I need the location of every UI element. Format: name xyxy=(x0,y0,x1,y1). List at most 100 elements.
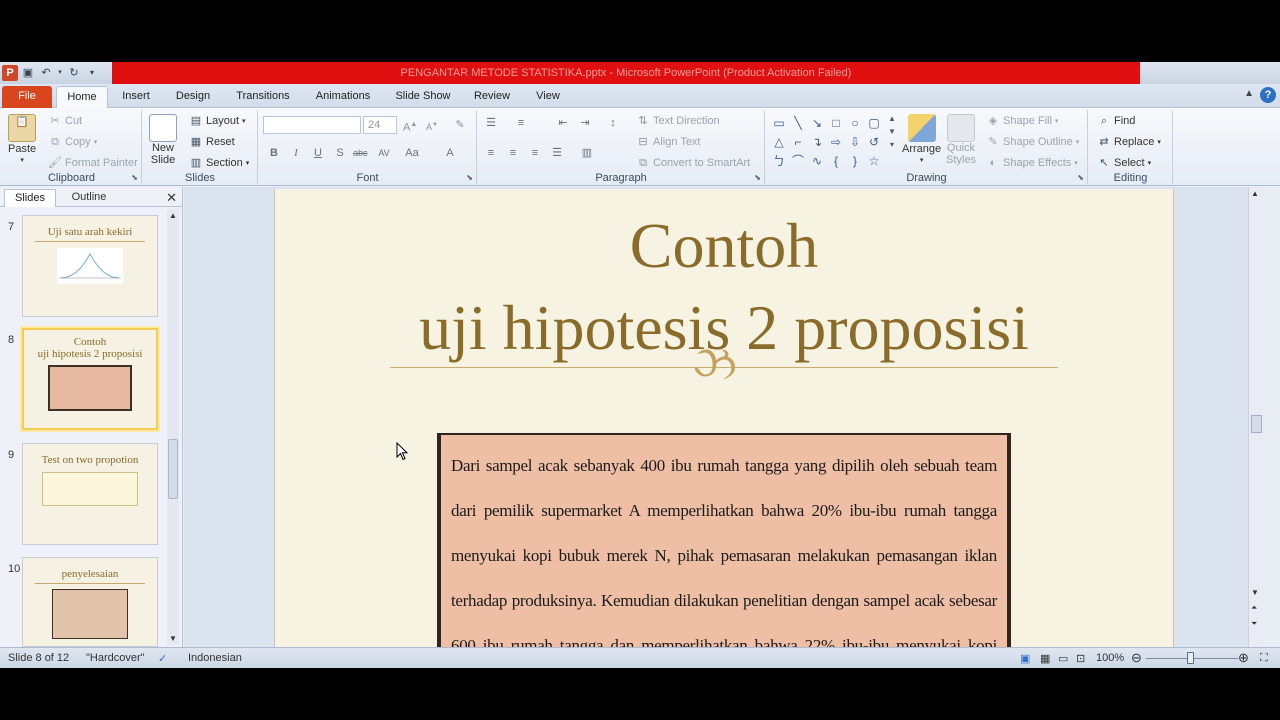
shadow-button[interactable]: S xyxy=(333,146,347,160)
right-brace-icon[interactable]: } xyxy=(846,152,864,170)
gallery-more-icon[interactable]: ▾ xyxy=(890,140,894,149)
convert-smartart-button[interactable]: ⧉ Convert to SmartArt xyxy=(636,156,750,170)
shape-outline-button[interactable]: ✎ Shape Outline ▾ xyxy=(986,135,1079,149)
numbering-button[interactable]: ≡ xyxy=(514,116,528,130)
tab-review[interactable]: Review xyxy=(470,86,514,108)
close-pane-icon[interactable]: ✕ xyxy=(166,190,177,206)
shapes-gallery-scroll[interactable]: ▲ ▼ ▾ xyxy=(888,114,896,149)
italic-button[interactable]: I xyxy=(289,146,303,160)
textbox-shape-icon[interactable]: ▭ xyxy=(770,114,788,132)
tab-transitions[interactable]: Transitions xyxy=(230,86,296,108)
slideshow-view-icon[interactable]: ⊡ xyxy=(1076,652,1085,665)
spell-check-icon[interactable]: ✓ xyxy=(158,652,167,665)
shapes-gallery[interactable]: ▭ ╲ ↘ □ ○ ▢ △ ⌐ ↴ ⇨ ⇩ ↺ ㄅ ⌒ ∿ { } ☆ xyxy=(770,114,888,170)
curve-shape-icon[interactable]: ㄅ xyxy=(770,152,788,170)
quick-styles-button[interactable]: Quick Styles xyxy=(946,114,976,166)
font-size-combo[interactable]: 24 xyxy=(363,116,397,134)
scroll-thumb[interactable] xyxy=(168,439,178,499)
wave-shape-icon[interactable]: ∿ xyxy=(808,152,826,170)
tab-file[interactable]: File xyxy=(2,86,52,108)
slides-pane-scrollbar[interactable]: ▲ ▼ xyxy=(167,209,179,645)
grow-font-button[interactable]: A▲ xyxy=(403,118,417,134)
arc-shape-icon[interactable]: ⌒ xyxy=(789,152,807,170)
oval-shape-icon[interactable]: ○ xyxy=(846,114,864,132)
shrink-font-button[interactable]: A▼ xyxy=(425,118,439,132)
shape-fill-button[interactable]: ◈ Shape Fill ▾ xyxy=(986,114,1059,128)
star-shape-icon[interactable]: ☆ xyxy=(865,152,883,170)
loop-shape-icon[interactable]: ↺ xyxy=(865,133,883,151)
underline-button[interactable]: U xyxy=(311,146,325,160)
align-text-button[interactable]: ⊟ Align Text xyxy=(636,135,700,149)
tab-view[interactable]: View xyxy=(530,86,566,108)
down-arrow-shape-icon[interactable]: ⇩ xyxy=(846,133,864,151)
content-body-text[interactable]: Dari sampel acak sebanyak 400 ibu rumah … xyxy=(441,435,1007,647)
tab-slides-pane[interactable]: Slides xyxy=(4,189,56,207)
rectangle-shape-icon[interactable]: □ xyxy=(827,114,845,132)
tab-insert[interactable]: Insert xyxy=(116,86,156,108)
section-button[interactable]: ▥ Section ▾ xyxy=(189,156,249,170)
new-slide-button[interactable]: New Slide xyxy=(149,114,177,166)
text-direction-button[interactable]: ⇅ Text Direction xyxy=(636,114,719,128)
strikethrough-button[interactable]: abc xyxy=(353,146,368,160)
thumbnail-preview[interactable]: Test on two propotion xyxy=(22,443,158,545)
language-indicator[interactable]: Indonesian xyxy=(188,652,242,664)
font-name-combo[interactable] xyxy=(263,116,361,134)
zoom-out-icon[interactable]: ⊖ xyxy=(1131,650,1142,666)
thumbnail-preview[interactable]: penyelesaian xyxy=(22,557,158,647)
font-launcher-icon[interactable]: ⬊ xyxy=(466,173,473,182)
shape-effects-button[interactable]: ◐ Shape Effects ▾ xyxy=(986,156,1078,170)
reset-button[interactable]: ▦ Reset xyxy=(189,135,235,149)
center-button[interactable]: ≡ xyxy=(506,146,520,160)
tab-home[interactable]: Home xyxy=(56,86,108,109)
clipboard-launcher-icon[interactable]: ⬊ xyxy=(131,173,138,182)
scroll-down-icon[interactable]: ▼ xyxy=(169,634,177,643)
thumbnail-preview-selected[interactable]: Contoh uji hipotesis 2 proposisi xyxy=(22,328,158,430)
tab-slide-show[interactable]: Slide Show xyxy=(392,86,454,108)
normal-view-icon[interactable]: ▣ xyxy=(1020,652,1030,665)
align-right-button[interactable]: ≡ xyxy=(528,146,542,160)
clear-formatting-button[interactable]: ✎ xyxy=(453,118,467,132)
format-painter-button[interactable]: 🖌 Format Painter xyxy=(48,156,138,170)
tab-animations[interactable]: Animations xyxy=(310,86,376,108)
editor-scrollbar[interactable]: ▲ ▼ ⏶ ⏷ xyxy=(1248,187,1264,647)
columns-button[interactable]: ▥ xyxy=(580,146,594,160)
decrease-indent-button[interactable]: ⇤ xyxy=(556,116,570,130)
arrow-shape-icon[interactable]: ↘ xyxy=(808,114,826,132)
gallery-up-icon[interactable]: ▲ xyxy=(888,114,896,123)
tab-outline-pane[interactable]: Outline xyxy=(60,189,118,207)
scroll-up-icon[interactable]: ▲ xyxy=(1251,189,1259,198)
change-case-button[interactable]: Aa xyxy=(405,146,419,160)
character-spacing-button[interactable]: AV xyxy=(377,146,391,160)
slide-sorter-icon[interactable]: ▦ xyxy=(1040,652,1050,665)
undo-icon[interactable]: ↶ xyxy=(38,65,54,81)
replace-button[interactable]: ⇄ Replace ▾ xyxy=(1097,135,1160,149)
font-color-button[interactable]: A xyxy=(443,146,457,160)
customize-qat-icon[interactable]: ▾ xyxy=(84,65,100,81)
help-icon[interactable]: ? xyxy=(1260,87,1276,103)
powerpoint-logo-icon[interactable]: P xyxy=(2,65,18,81)
drawing-launcher-icon[interactable]: ⬊ xyxy=(1077,173,1084,182)
select-button[interactable]: ↖ Select ▾ xyxy=(1097,156,1151,170)
left-brace-icon[interactable]: { xyxy=(827,152,845,170)
tab-design[interactable]: Design xyxy=(170,86,216,108)
redo-icon[interactable]: ↻ xyxy=(66,65,82,81)
thumbnail-preview[interactable]: Uji satu arah kekiri xyxy=(22,215,158,317)
gallery-down-icon[interactable]: ▼ xyxy=(888,127,896,136)
rounded-rect-shape-icon[interactable]: ▢ xyxy=(865,114,883,132)
zoom-level[interactable]: 100% xyxy=(1096,652,1124,664)
layout-button[interactable]: ▤ Layout ▾ xyxy=(189,114,246,128)
zoom-in-icon[interactable]: ⊕ xyxy=(1238,650,1249,666)
arrange-button[interactable]: Arrange ▾ xyxy=(902,114,941,164)
bullets-button[interactable]: ☰ xyxy=(484,116,498,130)
cut-button[interactable]: ✂ Cut xyxy=(48,114,82,128)
previous-slide-icon[interactable]: ⏶ xyxy=(1251,603,1257,613)
undo-dropdown-icon[interactable]: ▾ xyxy=(56,65,64,81)
justify-button[interactable]: ☰ xyxy=(550,146,564,160)
slide-title-line1[interactable]: Contoh xyxy=(275,209,1173,283)
elbow-connector-icon[interactable]: ⌐ xyxy=(789,133,807,151)
copy-button[interactable]: ⧉ Copy ▾ xyxy=(48,135,97,149)
content-text-box[interactable]: Dari sampel acak sebanyak 400 ibu rumah … xyxy=(437,433,1011,647)
right-arrow-shape-icon[interactable]: ⇨ xyxy=(827,133,845,151)
align-left-button[interactable]: ≡ xyxy=(484,146,498,160)
save-icon[interactable]: ▣ xyxy=(20,65,36,81)
